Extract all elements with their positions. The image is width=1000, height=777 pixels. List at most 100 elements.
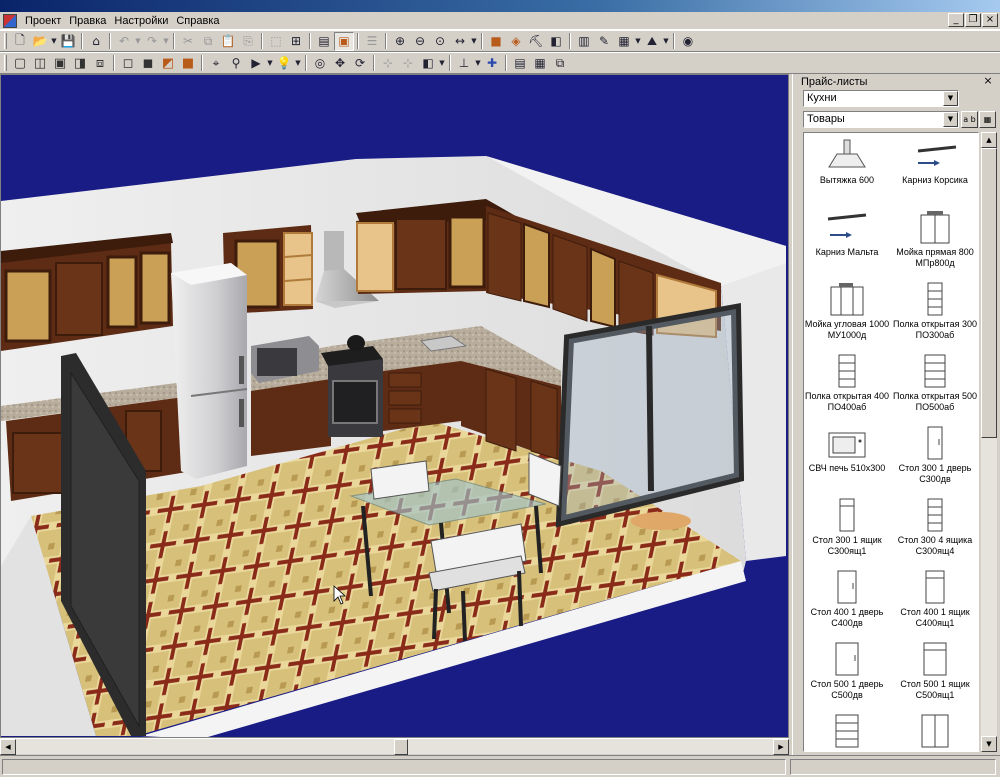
distribute-dropdown-icon[interactable]: ▼	[474, 54, 482, 73]
catalog-item[interactable]: Стол 300 1 ящик С300ящ1	[804, 497, 890, 569]
catalog-item[interactable]: Стол 300 1 дверь С300дв	[892, 425, 978, 497]
catalog-item[interactable]: Мойка угловая 1000 МУ1000д	[804, 281, 890, 353]
menu-project[interactable]: Проект	[21, 15, 65, 27]
align-icon[interactable]: ⊹	[398, 54, 418, 73]
catalog-item[interactable]: Полка открытая 300 ПО300аб	[892, 281, 978, 353]
calendar-dropdown-icon[interactable]: ▼	[634, 32, 642, 51]
scroll-down-arrow[interactable]: ▼	[981, 736, 997, 752]
scroll-left-arrow[interactable]: ◀	[0, 739, 16, 755]
scroll-right-arrow[interactable]: ▶	[773, 739, 789, 755]
rotate-icon[interactable]: ⟳	[350, 54, 370, 73]
redo-dropdown-icon[interactable]: ▼	[162, 32, 170, 51]
select-icon[interactable]: ⬚	[266, 32, 286, 51]
cube-wire-icon[interactable]: ◻	[118, 54, 138, 73]
material-icon[interactable]: ◧	[546, 32, 566, 51]
cube-shaded-icon[interactable]: ◼	[138, 54, 158, 73]
snap-icon[interactable]: ⊹	[378, 54, 398, 73]
distribute-icon[interactable]: ⊥	[454, 54, 474, 73]
menu-help[interactable]: Справка	[172, 15, 223, 27]
close-button[interactable]: ×	[982, 13, 998, 27]
zoom-out-icon[interactable]: ⊖	[410, 32, 430, 51]
undo-dropdown-icon[interactable]: ▼	[134, 32, 142, 51]
light-bulb-icon[interactable]: 💡	[274, 54, 294, 73]
calendar-icon[interactable]: ▦	[614, 32, 634, 51]
menu-edit[interactable]: Правка	[65, 15, 110, 27]
catalog-item[interactable]: Мойка прямая 800 МПр800д	[892, 209, 978, 281]
catalog-item[interactable]: Стол 400 1 ящик С400ящ1	[892, 569, 978, 641]
catalog-item[interactable]: Вытяжка 600	[804, 137, 890, 209]
paint-icon[interactable]: ⛏	[526, 32, 546, 51]
catalog-item[interactable]: Карниз Мальта	[804, 209, 890, 281]
catalog-item[interactable]	[892, 713, 978, 751]
save-icon[interactable]: 💾	[58, 32, 78, 51]
catalog-item[interactable]: Стол 500 1 дверь С500дв	[804, 641, 890, 713]
edit-icon[interactable]: ✎	[594, 32, 614, 51]
layers-icon[interactable]: ▤	[510, 54, 530, 73]
catalog-select[interactable]: Кухни ▼	[803, 90, 959, 107]
transform-icon[interactable]: ⊞	[286, 32, 306, 51]
redo-icon[interactable]: ↷	[142, 32, 162, 51]
undo-icon[interactable]: ↶	[114, 32, 134, 51]
restore-button[interactable]: ❐	[965, 13, 981, 27]
panel-close-button[interactable]: ×	[981, 75, 995, 88]
view-iso-icon[interactable]: ⧈	[90, 54, 110, 73]
3d-viewport[interactable]	[0, 74, 789, 738]
grid-view-button[interactable]: ▦	[979, 111, 996, 128]
render-icon[interactable]: ◎	[310, 54, 330, 73]
video-icon[interactable]: ▶	[246, 54, 266, 73]
box-front-icon[interactable]: ■	[486, 32, 506, 51]
light-dropdown-icon[interactable]: ▼	[294, 54, 302, 73]
table-icon[interactable]: ▥	[574, 32, 594, 51]
paste-icon[interactable]: 📋	[218, 32, 238, 51]
toolbar-grip[interactable]	[4, 55, 7, 71]
sort-button[interactable]: a b	[961, 111, 978, 128]
catalog-item[interactable]: Стол 500 1 ящик С500ящ1	[892, 641, 978, 713]
wall-icon[interactable]: ⛰	[642, 32, 662, 51]
clone-icon[interactable]: ⎘	[238, 32, 258, 51]
move-icon[interactable]: ✥	[330, 54, 350, 73]
catalog-item[interactable]: СВЧ печь 510х300	[804, 425, 890, 497]
insert-icon[interactable]: ✚	[482, 54, 502, 73]
dimension-icon[interactable]: ↔	[450, 32, 470, 51]
home-icon[interactable]: ⌂	[86, 32, 106, 51]
dimension-dropdown-icon[interactable]: ▼	[470, 32, 478, 51]
view-right-icon[interactable]: ◨	[70, 54, 90, 73]
copy-icon[interactable]: ⧉	[198, 32, 218, 51]
catalog-item[interactable]: Стол 400 1 дверь С400дв	[804, 569, 890, 641]
scroll-up-arrow[interactable]: ▲	[981, 132, 997, 148]
export-icon[interactable]: ⧉	[550, 54, 570, 73]
mirror-icon[interactable]: ◧	[418, 54, 438, 73]
new-document-icon[interactable]: 🗋	[10, 32, 30, 51]
box-texture-icon[interactable]: ◈	[506, 32, 526, 51]
wall-dropdown-icon[interactable]: ▼	[662, 32, 670, 51]
print-icon[interactable]: ▦	[530, 54, 550, 73]
group-icon[interactable]: ▤	[314, 32, 334, 51]
properties-icon[interactable]: ☰	[362, 32, 382, 51]
zoom-fit-icon[interactable]: ⊙	[430, 32, 450, 51]
catalog-item[interactable]: Полка открытая 500 ПО500аб	[892, 353, 978, 425]
catalog-item[interactable]: Стол 300 4 ящика С300ящ4	[892, 497, 978, 569]
view-top-icon[interactable]: ▢	[10, 54, 30, 73]
zoom-in-icon[interactable]: ⊕	[390, 32, 410, 51]
category-select[interactable]: Товары ▼	[803, 111, 959, 128]
catalog-vscrollbar[interactable]: ▲ ▼	[981, 132, 997, 752]
view-front-icon[interactable]: ▣	[50, 54, 70, 73]
video-dropdown-icon[interactable]: ▼	[266, 54, 274, 73]
view-left-icon[interactable]: ◫	[30, 54, 50, 73]
scroll-thumb[interactable]	[394, 739, 408, 755]
chevron-down-icon[interactable]: ▼	[943, 112, 958, 127]
open-folder-icon[interactable]: 📂	[30, 32, 50, 51]
menu-settings[interactable]: Настройки	[110, 15, 172, 27]
chevron-down-icon[interactable]: ▼	[943, 91, 958, 106]
minimize-button[interactable]: _	[948, 13, 964, 27]
mirror-dropdown-icon[interactable]: ▼	[438, 54, 446, 73]
open-dropdown-icon[interactable]: ▼	[50, 32, 58, 51]
catalog-item[interactable]: Карниз Корсика	[892, 137, 978, 209]
scroll-thumb[interactable]	[981, 148, 997, 438]
cube-wood-icon[interactable]: ■	[178, 54, 198, 73]
cut-icon[interactable]: ✂	[178, 32, 198, 51]
palette-icon[interactable]: ◉	[678, 32, 698, 51]
catalog-item[interactable]: Полка открытая 400 ПО400аб	[804, 353, 890, 425]
viewport-hscrollbar[interactable]: ◀ ▶	[0, 738, 789, 755]
catalog-item[interactable]	[804, 713, 890, 751]
